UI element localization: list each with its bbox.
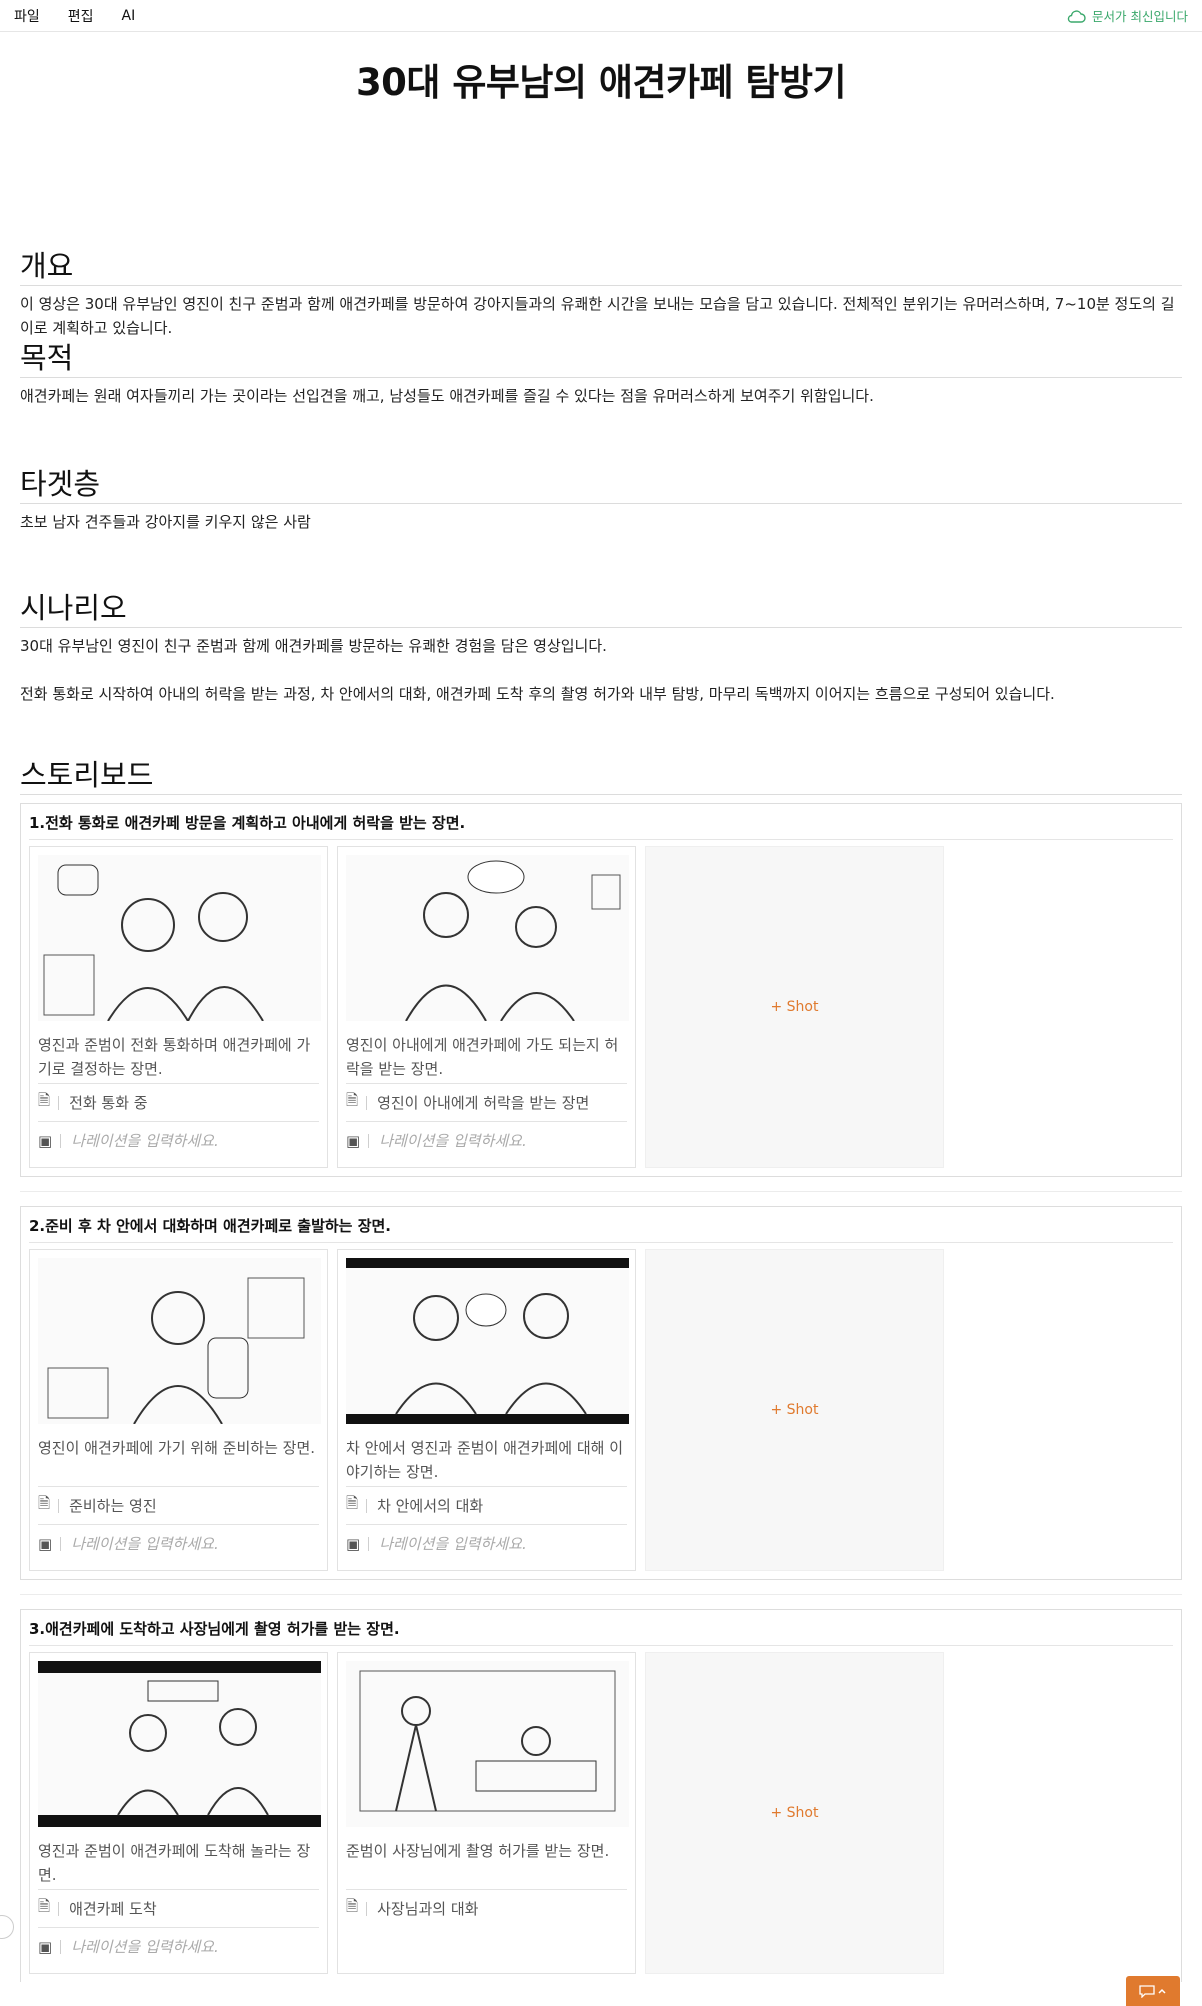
shot-description[interactable]: 준범이 사장님에게 촬영 허가를 받는 장면. (346, 1839, 627, 1889)
script-icon: 🗎 (346, 1091, 359, 1109)
shot-description[interactable]: 영진이 애견카페에 가기 위해 준비하는 장면. (38, 1436, 319, 1486)
section-scenario: 시나리오 30대 유부남인 영진이 친구 준범과 함께 애견카페를 방문하는 유… (20, 590, 1182, 706)
shot-narration-row[interactable]: ▣ 나레이션을 입력하세요. (346, 1524, 627, 1562)
section-heading: 스토리보드 (20, 757, 1182, 795)
shot-card[interactable]: 영진이 아내에게 애견카페에 가도 되는지 허락을 받는 장면. 🗎 영진이 아… (337, 846, 636, 1168)
shot-image[interactable] (38, 1258, 321, 1424)
shot-tag-row[interactable]: 🗎 애견카페 도착 (38, 1889, 319, 1927)
menu-file[interactable]: 파일 (14, 6, 40, 26)
shot-narration-row[interactable]: ▣ 나레이션을 입력하세요. (38, 1121, 319, 1159)
sync-status-text: 문서가 최신입니다 (1092, 9, 1188, 24)
shot-card[interactable]: 차 안에서 영진과 준범이 애견카페에 대해 이야기하는 장면. 🗎 차 안에서… (337, 1249, 636, 1571)
section-heading: 타겟층 (20, 466, 1182, 504)
section-heading: 목적 (20, 340, 1182, 378)
scene-card: 2.준비 후 차 안에서 대화하며 애견카페로 출발하는 장면. 영진이 애견카… (20, 1206, 1182, 1580)
scene-title: 3.애견카페에 도착하고 사장님에게 촬영 허가를 받는 장면. (29, 1618, 1173, 1646)
shot-description[interactable]: 영진과 준범이 애견카페에 도착해 놀라는 장면. (38, 1839, 319, 1889)
shot-tag[interactable]: 애견카페 도착 (69, 1898, 157, 1919)
shot-tag[interactable]: 영진이 아내에게 허락을 받는 장면 (377, 1092, 589, 1113)
section-text: 초보 남자 견주들과 강아지를 키우지 않은 사람 (20, 513, 311, 531)
shot-tag-row[interactable]: 🗎 전화 통화 중 (38, 1083, 319, 1121)
narration-input[interactable]: 나레이션을 입력하세요. (71, 1936, 219, 1957)
shot-tag[interactable]: 준비하는 영진 (69, 1495, 157, 1516)
shot-narration-row[interactable]: ▣ 나레이션을 입력하세요. (346, 1121, 627, 1159)
narration-input[interactable]: 나레이션을 입력하세요. (379, 1130, 527, 1151)
shot-image[interactable] (38, 1661, 321, 1827)
scene-card: 3.애견카페에 도착하고 사장님에게 촬영 허가를 받는 장면. 영진과 준범이… (20, 1609, 1182, 1982)
script-icon: 🗎 (38, 1897, 51, 1915)
page-title: 30대 유부남의 애견카페 탐방기 (355, 61, 847, 104)
add-shot-label: Shot (786, 1402, 819, 1418)
shot-description[interactable]: 영진이 아내에게 애견카페에 가도 되는지 허락을 받는 장면. (346, 1033, 627, 1083)
section-text: 애견카페는 원래 여자들끼리 가는 곳이라는 선입견을 깨고, 남성들도 애견카… (20, 387, 874, 405)
speaker-icon: ▣ (346, 1534, 361, 1553)
section-text: 30대 유부남인 영진이 친구 준범과 함께 애견카페를 방문하는 유쾌한 경험… (20, 637, 607, 655)
shot-card[interactable]: 준범이 사장님에게 촬영 허가를 받는 장면. 🗎 사장님과의 대화 (337, 1652, 636, 1974)
menu-bar: 파일 편집 AI 문서가 최신입니다 (0, 0, 1202, 32)
script-icon: 🗎 (38, 1091, 51, 1109)
shot-description[interactable]: 영진과 준범이 전화 통화하며 애견카페에 가기로 결정하는 장면. (38, 1033, 319, 1083)
chat-toggle-button[interactable] (1126, 1976, 1180, 2006)
plus-icon: + (770, 1402, 787, 1418)
plus-icon: + (770, 1805, 787, 1821)
shot-image[interactable] (346, 855, 629, 1021)
section-purpose: 목적 애견카페는 원래 여자들끼리 가는 곳이라는 선입견을 깨고, 남성들도 … (20, 340, 1182, 408)
add-shot-button[interactable]: + Shot (645, 846, 944, 1168)
shot-tag[interactable]: 차 안에서의 대화 (377, 1495, 483, 1516)
speaker-icon: ▣ (346, 1131, 361, 1150)
shot-image[interactable] (346, 1258, 629, 1424)
script-icon: 🗎 (346, 1897, 359, 1915)
section-heading: 개요 (20, 248, 1182, 286)
shot-tag[interactable]: 전화 통화 중 (69, 1092, 148, 1113)
narration-input[interactable]: 나레이션을 입력하세요. (379, 1533, 527, 1554)
add-shot-label: Shot (786, 1805, 819, 1821)
shot-tag-row[interactable]: 🗎 영진이 아내에게 허락을 받는 장면 (346, 1083, 627, 1121)
cloud-icon (1067, 9, 1086, 23)
scene-title: 2.준비 후 차 안에서 대화하며 애견카페로 출발하는 장면. (29, 1215, 1173, 1243)
chat-icon (1139, 1985, 1166, 1998)
shot-narration-row[interactable]: ▣ 나레이션을 입력하세요. (38, 1524, 319, 1562)
divider (20, 1594, 1182, 1595)
plus-icon: + (770, 999, 787, 1015)
script-icon: 🗎 (38, 1494, 51, 1512)
add-shot-button[interactable]: + Shot (645, 1652, 944, 1974)
speaker-icon: ▣ (38, 1937, 53, 1956)
scene-card: 1.전화 통화로 애견카페 방문을 계획하고 아내에게 허락을 받는 장면. 영… (20, 803, 1182, 1177)
menu-edit[interactable]: 편집 (68, 6, 94, 26)
shot-image[interactable] (38, 855, 321, 1021)
shot-tag-row[interactable]: 🗎 준비하는 영진 (38, 1486, 319, 1524)
shot-card[interactable]: 영진과 준범이 전화 통화하며 애견카페에 가기로 결정하는 장면. 🗎 전화 … (29, 846, 328, 1168)
sync-status: 문서가 최신입니다 (1066, 6, 1188, 25)
scroll-handle[interactable] (0, 1915, 14, 1939)
add-shot-button[interactable]: + Shot (645, 1249, 944, 1571)
divider (20, 1191, 1182, 1192)
section-storyboard: 스토리보드 1.전화 통화로 애견카페 방문을 계획하고 아내에게 허락을 받는… (20, 757, 1182, 1982)
menu-ai[interactable]: AI (122, 8, 136, 24)
shot-card[interactable]: 영진이 애견카페에 가기 위해 준비하는 장면. 🗎 준비하는 영진 ▣ 나레이… (29, 1249, 328, 1571)
speaker-icon: ▣ (38, 1131, 53, 1150)
document: 30대 유부남의 애견카페 탐방기 개요 이 영상은 30대 유부남인 영진이 … (0, 52, 1202, 340)
section-target: 타겟층 초보 남자 견주들과 강아지를 키우지 않은 사람 (20, 466, 1182, 534)
section-heading: 시나리오 (20, 590, 1182, 628)
shot-image[interactable] (346, 1661, 629, 1827)
shot-narration-row[interactable]: ▣ 나레이션을 입력하세요. (38, 1927, 319, 1965)
speaker-icon: ▣ (38, 1534, 53, 1553)
shot-tag[interactable]: 사장님과의 대화 (377, 1898, 478, 1919)
script-icon: 🗎 (346, 1494, 359, 1512)
add-shot-label: Shot (786, 999, 819, 1015)
section-text: 전화 통화로 시작하여 아내의 허락을 받는 과정, 차 안에서의 대화, 애견… (20, 685, 1055, 703)
scene-title: 1.전화 통화로 애견카페 방문을 계획하고 아내에게 허락을 받는 장면. (29, 812, 1173, 840)
narration-input[interactable]: 나레이션을 입력하세요. (71, 1130, 219, 1151)
shot-tag-row[interactable]: 🗎 사장님과의 대화 (346, 1889, 627, 1927)
shot-tag-row[interactable]: 🗎 차 안에서의 대화 (346, 1486, 627, 1524)
shot-card[interactable]: 영진과 준범이 애견카페에 도착해 놀라는 장면. 🗎 애견카페 도착 ▣ 나레… (29, 1652, 328, 1974)
shot-description[interactable]: 차 안에서 영진과 준범이 애견카페에 대해 이야기하는 장면. (346, 1436, 627, 1486)
section-text: 이 영상은 30대 유부남인 영진이 친구 준범과 함께 애견카페를 방문하여 … (20, 295, 1175, 337)
narration-input[interactable]: 나레이션을 입력하세요. (71, 1533, 219, 1554)
section-overview: 개요 이 영상은 30대 유부남인 영진이 친구 준범과 함께 애견카페를 방문… (20, 248, 1182, 340)
